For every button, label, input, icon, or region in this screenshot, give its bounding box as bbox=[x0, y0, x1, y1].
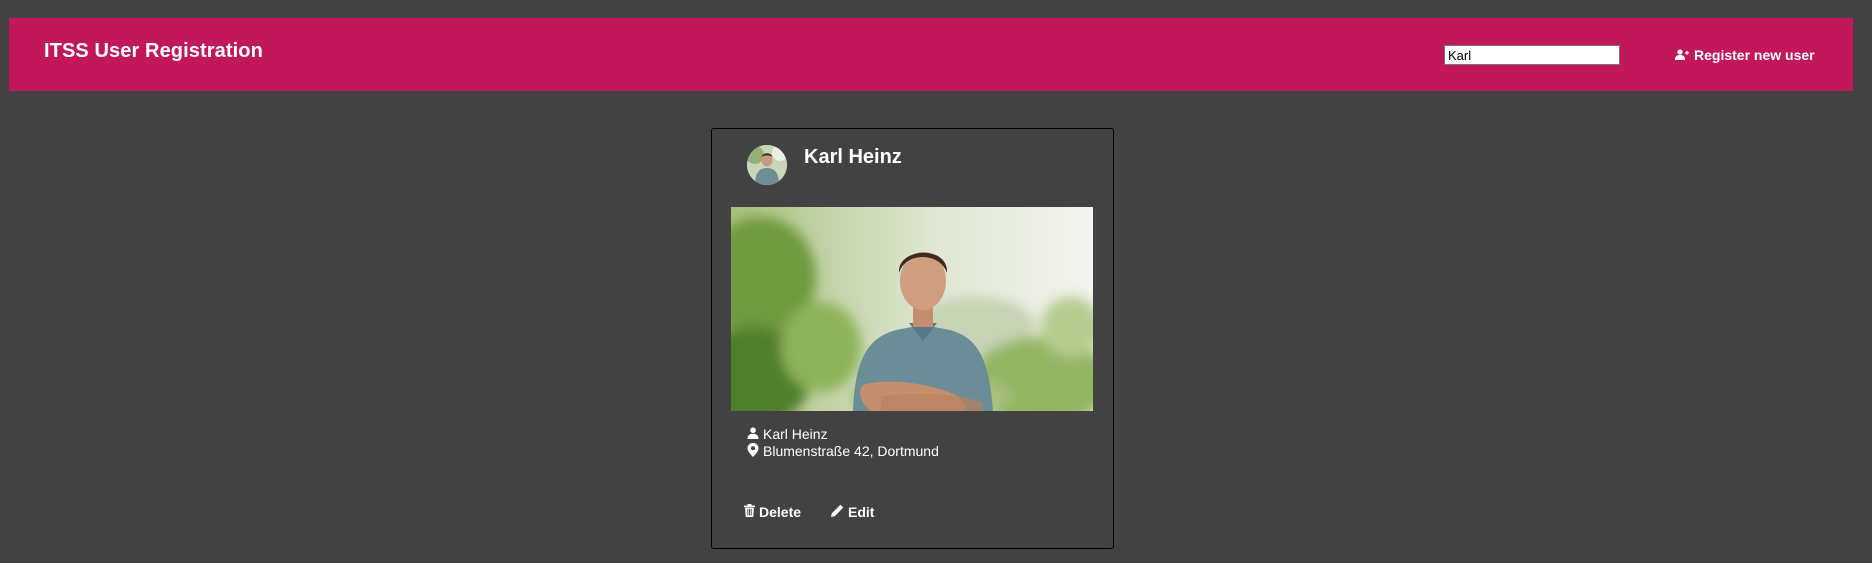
map-pin-icon bbox=[747, 442, 759, 461]
avatar bbox=[747, 145, 787, 185]
user-address: Blumenstraße 42, Dortmund bbox=[763, 443, 939, 459]
user-card: Karl Heinz Karl Heinz Blumenstraße 42, D… bbox=[711, 128, 1114, 549]
register-button-label: Register new user bbox=[1694, 47, 1815, 63]
user-name: Karl Heinz bbox=[763, 426, 828, 442]
search-input[interactable] bbox=[1444, 45, 1620, 65]
address-row: Blumenstraße 42, Dortmund bbox=[747, 442, 939, 461]
card-title: Karl Heinz bbox=[804, 146, 902, 168]
user-icon bbox=[747, 426, 759, 443]
user-photo bbox=[731, 207, 1093, 411]
edit-button[interactable]: Edit bbox=[831, 501, 874, 523]
delete-label: Delete bbox=[759, 504, 802, 520]
register-new-user-button[interactable]: Register new user bbox=[1661, 36, 1829, 74]
card-actions: Delete Edit bbox=[744, 501, 874, 523]
app-header: ITSS User Registration Register new user bbox=[9, 18, 1853, 91]
name-row: Karl Heinz bbox=[747, 426, 939, 443]
edit-label: Edit bbox=[848, 504, 875, 520]
user-info: Karl Heinz Blumenstraße 42, Dortmund bbox=[747, 426, 939, 460]
user-plus-icon bbox=[1675, 47, 1689, 63]
trash-icon bbox=[744, 504, 755, 520]
app-title: ITSS User Registration bbox=[44, 40, 263, 62]
pencil-icon bbox=[831, 504, 844, 520]
delete-button[interactable]: Delete bbox=[744, 501, 801, 523]
